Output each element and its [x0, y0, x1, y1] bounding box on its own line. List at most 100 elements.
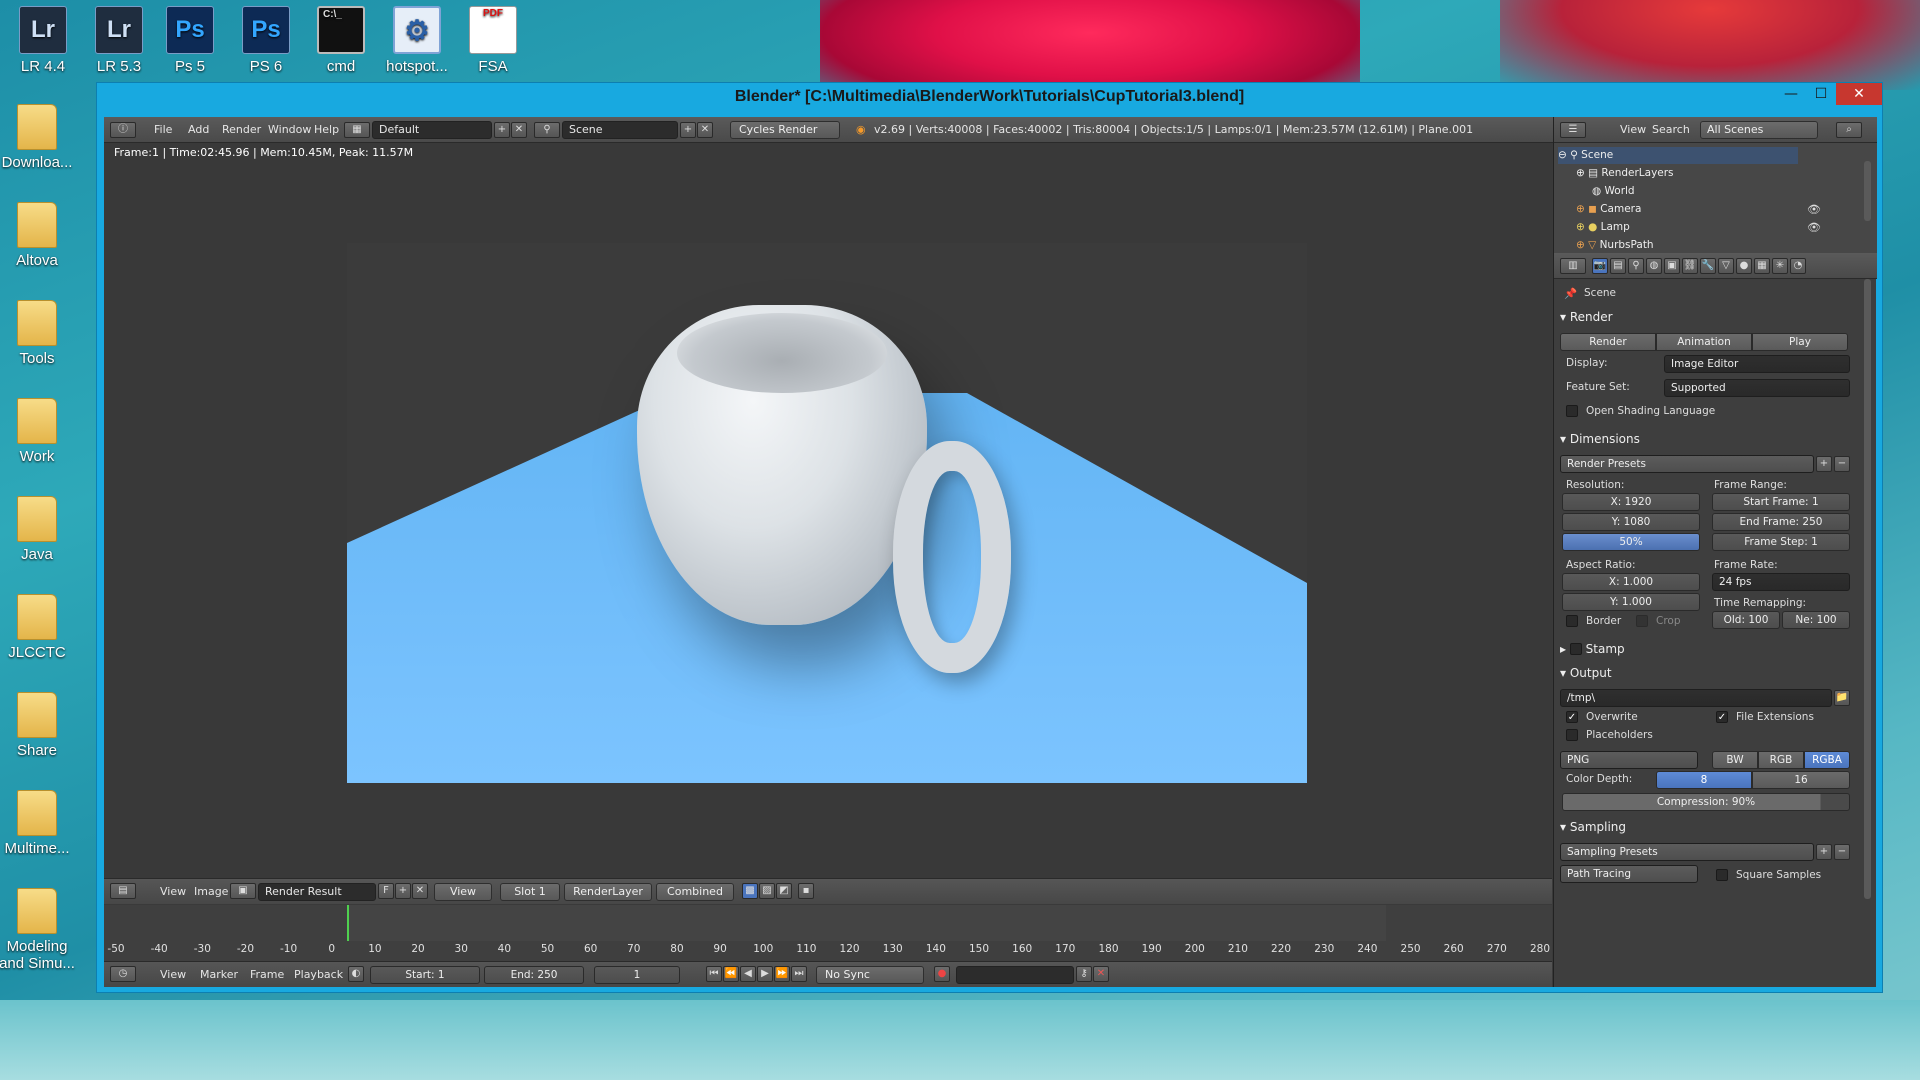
pin-image-icon[interactable]: ▪: [798, 883, 814, 899]
placeholders-checkbox[interactable]: [1566, 729, 1578, 741]
output-panel-header[interactable]: ▾ Output: [1560, 663, 1860, 683]
stamp-panel-header[interactable]: ▸ Stamp: [1560, 639, 1860, 659]
image-editor-area[interactable]: Frame:1 | Time:02:45.96 | Mem:10.45M, Pe…: [104, 143, 1552, 878]
scene-icon[interactable]: ⚲: [534, 122, 560, 138]
desktop-icon-jlcctc[interactable]: JLCCTC: [0, 594, 80, 661]
time-remap-old-field[interactable]: Old: 100: [1712, 611, 1780, 629]
jump-keyframe-forward-icon[interactable]: ⏩: [774, 966, 790, 982]
frame-rate-select[interactable]: 24 fps: [1712, 573, 1850, 591]
color-rgb-toggle[interactable]: RGB: [1758, 751, 1804, 769]
color-bw-toggle[interactable]: BW: [1712, 751, 1758, 769]
physics-tab-icon[interactable]: ◔: [1790, 258, 1806, 274]
start-frame-field[interactable]: Start Frame: 1: [1712, 493, 1850, 511]
color-depth-8-toggle[interactable]: 8: [1656, 771, 1752, 789]
particles-tab-icon[interactable]: ✳: [1772, 258, 1788, 274]
editor-type-properties-icon[interactable]: ▥: [1560, 258, 1586, 274]
render-panel-header[interactable]: ▾ Render: [1560, 307, 1860, 327]
scene-tab-icon[interactable]: ⚲: [1628, 258, 1644, 274]
time-remap-new-field[interactable]: Ne: 100: [1782, 611, 1850, 629]
desktop-icon-modeling[interactable]: Modeling and Simu...: [0, 888, 80, 972]
remove-preset-icon[interactable]: −: [1834, 456, 1850, 472]
jump-end-icon[interactable]: ⏭: [791, 966, 807, 982]
color-rgba-toggle[interactable]: RGBA: [1804, 751, 1850, 769]
desktop-icon-multimedia[interactable]: Multime...: [0, 790, 80, 857]
render-layer-select[interactable]: RenderLayer: [564, 883, 652, 901]
overwrite-checkbox[interactable]: ✓: [1566, 711, 1578, 723]
play-reverse-icon[interactable]: ◀: [740, 966, 756, 982]
desktop-icon-lr44[interactable]: Lr LR 4.4: [0, 6, 86, 75]
desktop-icon-ps5[interactable]: Ps Ps 5: [147, 6, 233, 75]
add-scene-icon[interactable]: +: [680, 122, 696, 138]
square-samples-checkbox[interactable]: [1716, 869, 1728, 881]
play-icon[interactable]: ▶: [757, 966, 773, 982]
folder-browse-icon[interactable]: 📁: [1834, 690, 1850, 706]
aspect-x-field[interactable]: X: 1.000: [1562, 573, 1700, 591]
properties-scrollbar[interactable]: [1864, 279, 1871, 899]
menu-image[interactable]: Image: [194, 885, 228, 898]
scene-field[interactable]: Scene: [562, 121, 678, 139]
desktop-icon-downloads[interactable]: Downloa...: [0, 104, 80, 171]
resolution-percent-slider[interactable]: 50%: [1562, 533, 1700, 551]
render-pass-select[interactable]: Combined: [656, 883, 734, 901]
add-layout-icon[interactable]: +: [494, 122, 510, 138]
frame-step-field[interactable]: Frame Step: 1: [1712, 533, 1850, 551]
jump-keyframe-back-icon[interactable]: ⏪: [723, 966, 739, 982]
unlink-image-icon[interactable]: ✕: [412, 883, 428, 899]
pin-icon[interactable]: 📌: [1564, 287, 1577, 300]
layout-icon[interactable]: ▦: [344, 122, 370, 138]
preview-range-icon[interactable]: ◐: [348, 966, 364, 982]
desktop-icon-ps6[interactable]: Ps PS 6: [223, 6, 309, 75]
outliner-item-renderlayers[interactable]: ⊕ ▤ RenderLayers: [1576, 165, 1876, 182]
desktop-icon-hotspot[interactable]: ⚙ hotspot...: [374, 6, 460, 75]
outliner-scrollbar[interactable]: [1864, 161, 1871, 221]
constraints-tab-icon[interactable]: ⛓: [1682, 258, 1698, 274]
alpha-only-icon[interactable]: ▨: [759, 883, 775, 899]
new-image-icon[interactable]: +: [395, 883, 411, 899]
play-button[interactable]: Play: [1752, 333, 1848, 351]
fake-user-toggle[interactable]: F: [378, 883, 394, 899]
current-frame-cursor[interactable]: [347, 905, 349, 941]
menu-render[interactable]: Render: [222, 123, 261, 136]
delete-layout-icon[interactable]: ✕: [511, 122, 527, 138]
color-depth-16-toggle[interactable]: 16: [1752, 771, 1850, 789]
object-tab-icon[interactable]: ▣: [1664, 258, 1680, 274]
desktop-icon-tools[interactable]: Tools: [0, 300, 80, 367]
jump-start-icon[interactable]: ⏮: [706, 966, 722, 982]
resolution-x-field[interactable]: X: 1920: [1562, 493, 1700, 511]
editor-type-outliner-icon[interactable]: ☰: [1560, 122, 1586, 138]
menu-view[interactable]: View: [1620, 123, 1646, 136]
record-icon[interactable]: ●: [934, 966, 950, 982]
end-frame-field[interactable]: End: 250: [484, 966, 584, 984]
menu-view[interactable]: View: [160, 968, 186, 981]
outliner-item-world[interactable]: ◍ World: [1592, 183, 1892, 200]
desktop-icon-java[interactable]: Java: [0, 496, 80, 563]
render-layers-tab-icon[interactable]: ▤: [1610, 258, 1626, 274]
integrator-select[interactable]: Path Tracing: [1560, 865, 1698, 883]
stamp-checkbox[interactable]: [1569, 643, 1582, 655]
render-button[interactable]: Render: [1560, 333, 1656, 351]
end-frame-field[interactable]: End Frame: 250: [1712, 513, 1850, 531]
editor-type-image-icon[interactable]: ▤: [110, 883, 136, 899]
menu-search[interactable]: Search: [1652, 123, 1690, 136]
editor-type-timeline-icon[interactable]: ◷: [110, 966, 136, 982]
keying-set-field[interactable]: [956, 966, 1074, 984]
outliner-item-scene[interactable]: ⊖ ⚲ Scene: [1558, 147, 1798, 164]
animation-button[interactable]: Animation: [1656, 333, 1752, 351]
layout-field[interactable]: Default: [372, 121, 492, 139]
current-frame-field[interactable]: 1: [594, 966, 680, 984]
menu-file[interactable]: File: [154, 123, 172, 136]
delete-keyframe-icon[interactable]: ✕: [1093, 966, 1109, 982]
osl-checkbox[interactable]: [1566, 405, 1578, 417]
menu-playback[interactable]: Playback: [294, 968, 343, 981]
menu-marker[interactable]: Marker: [200, 968, 238, 981]
minimize-button[interactable]: —: [1776, 83, 1806, 105]
search-icon[interactable]: ⌕: [1836, 122, 1862, 138]
desktop-icon-altova[interactable]: Altova: [0, 202, 80, 269]
desktop-icon-cmd[interactable]: C:\_ cmd: [298, 6, 384, 75]
file-format-select[interactable]: PNG: [1560, 751, 1698, 769]
insert-keyframe-icon[interactable]: ⚷: [1076, 966, 1092, 982]
modifiers-tab-icon[interactable]: 🔧: [1700, 258, 1716, 274]
timeline-area[interactable]: -50 -40 -30 -20 -10 0 10 20 30 40 50 60 70 80 90 100 110…: [104, 905, 1552, 963]
crop-checkbox[interactable]: [1636, 615, 1648, 627]
menu-window[interactable]: Window: [268, 123, 311, 136]
